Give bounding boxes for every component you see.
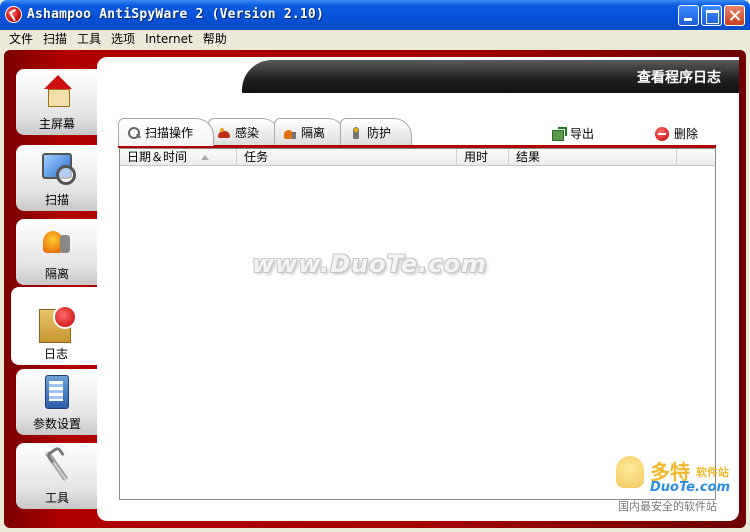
column-header-label: 结果 (516, 150, 541, 164)
sidebar-item-label: 工具 (44, 491, 69, 505)
delete-icon (655, 126, 669, 141)
tab-protection[interactable]: 防护 (340, 118, 413, 146)
bug-icon (217, 126, 231, 140)
column-header-duration[interactable]: 用时 (457, 149, 509, 166)
close-button[interactable] (724, 5, 745, 26)
sort-ascending-icon (201, 155, 209, 160)
tab-quarantine[interactable]: 隔离 (274, 118, 347, 146)
maximize-button[interactable] (701, 5, 722, 26)
quarantine-icon (283, 126, 297, 140)
tab-scan-actions[interactable]: 扫描操作 (118, 118, 215, 146)
sidebar-item-log[interactable]: 日志 (11, 287, 101, 365)
app-logo-icon (5, 6, 22, 23)
watermark: www.DuoTe.com (252, 250, 487, 278)
column-header-result[interactable]: 结果 (509, 149, 677, 166)
menu-scan[interactable]: 扫描 (38, 30, 72, 48)
sidebar-item-home[interactable]: 主屏幕 (16, 69, 98, 135)
menu-bar: 文件 扫描 工具 选项 Internet 帮助 (0, 30, 750, 48)
log-table[interactable]: 日期＆时间 任务 用时 结果 (119, 148, 716, 500)
sidebar-item-tools[interactable]: 工具 (16, 443, 98, 509)
sidebar-item-label: 扫描 (44, 193, 69, 207)
corner-tagline: 国内最安全的软件站 (618, 500, 717, 513)
settings-icon (40, 375, 74, 409)
sidebar-item-settings[interactable]: 参数设置 (16, 369, 98, 435)
corner-sub: 软件站 (696, 466, 729, 479)
sidebar-item-label: 参数设置 (32, 417, 81, 431)
column-header-task[interactable]: 任务 (237, 149, 457, 166)
menu-file[interactable]: 文件 (4, 30, 38, 48)
column-header-label: 用时 (464, 150, 489, 164)
export-button[interactable]: 导出 (552, 125, 594, 142)
log-icon (39, 305, 77, 343)
tab-label: 防护 (367, 126, 392, 140)
table-header: 日期＆时间 任务 用时 结果 (120, 149, 715, 166)
home-icon (40, 75, 74, 109)
tab-label: 隔离 (301, 126, 326, 140)
tab-bar: 扫描操作 感染 隔离 防护 (118, 118, 413, 146)
menu-tools[interactable]: 工具 (72, 30, 106, 48)
column-header-label: 日期＆时间 (127, 150, 188, 164)
sidebar-item-scan[interactable]: 扫描 (16, 145, 98, 211)
column-header-datetime[interactable]: 日期＆时间 (120, 149, 237, 166)
wrench-icon (40, 449, 74, 483)
menu-help[interactable]: 帮助 (198, 30, 232, 48)
sidebar-item-label: 主屏幕 (38, 117, 75, 131)
quarantine-icon (40, 225, 74, 259)
shield-icon (349, 126, 363, 140)
tab-label: 扫描操作 (145, 126, 194, 140)
sidebar-item-quarantine[interactable]: 隔离 (16, 219, 98, 285)
corner-watermark-logo: 多特 软件站 DuoTe.com 国内最安全的软件站 (614, 452, 748, 518)
delete-label: 删除 (674, 127, 699, 141)
window-title: Ashampoo AntiSpyWare 2 (Version 2.10) (27, 7, 324, 22)
title-bar[interactable]: Ashampoo AntiSpyWare 2 (Version 2.10) (0, 0, 750, 30)
minimize-button[interactable] (678, 5, 699, 26)
mascot-icon (616, 456, 644, 488)
export-label: 导出 (570, 127, 595, 141)
header-bar: 查看程序日志 (242, 60, 739, 93)
sidebar-item-label: 隔离 (44, 267, 69, 281)
tab-label: 感染 (235, 126, 260, 140)
column-header-label: 任务 (244, 150, 269, 164)
magnifier-icon (127, 126, 141, 140)
menu-internet[interactable]: Internet (140, 30, 198, 48)
scan-icon (40, 151, 76, 185)
sidebar-item-label: 日志 (43, 347, 68, 361)
tab-infections[interactable]: 感染 (208, 118, 281, 146)
delete-button[interactable]: 删除 (655, 125, 698, 142)
page-title: 查看程序日志 (637, 70, 721, 86)
menu-options[interactable]: 选项 (106, 30, 140, 48)
corner-url: DuoTe.com (650, 480, 731, 495)
export-icon (552, 127, 567, 141)
